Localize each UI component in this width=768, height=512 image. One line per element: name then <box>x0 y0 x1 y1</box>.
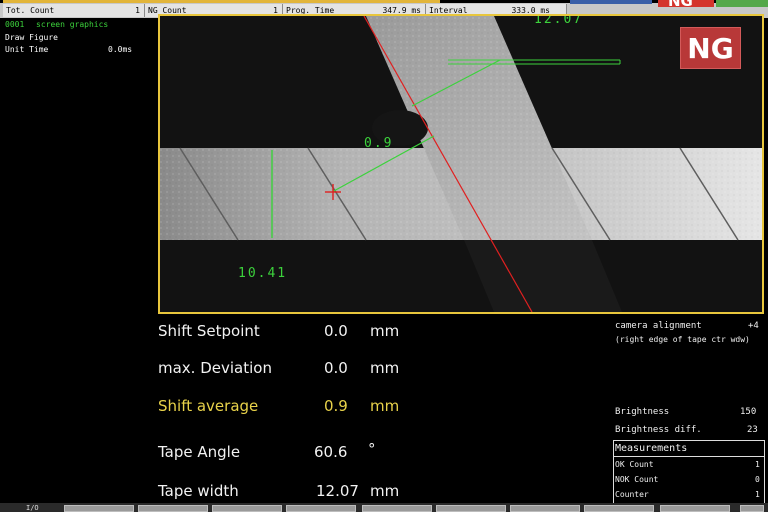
tape-width-value: 12.07 <box>316 482 359 500</box>
function-button-4[interactable] <box>286 505 356 512</box>
tot-count-value: 1 <box>135 6 140 15</box>
ng-status-text: NG <box>668 0 693 10</box>
shift-average-value: 0.9 <box>324 397 348 415</box>
function-button-5[interactable] <box>362 505 432 512</box>
brightness-diff-label: Brightness diff. <box>615 425 702 435</box>
io-button-label[interactable]: I/O <box>26 504 39 512</box>
measurements-divider <box>614 456 764 457</box>
nok-count-value: 0 <box>755 475 760 484</box>
shift-setpoint-unit: mm <box>370 322 400 340</box>
camera-alignment-value: +4 <box>748 321 759 331</box>
ok-count-value: 1 <box>755 460 760 469</box>
function-button-10[interactable] <box>740 505 764 512</box>
brightness-label: Brightness <box>615 407 670 417</box>
tape-width-label: Tape width <box>158 482 239 500</box>
draw-figure-label: Draw Figure <box>5 33 58 42</box>
tape-width-overlay-label: 12.07 <box>534 14 584 27</box>
counter-label: Counter <box>615 490 649 499</box>
function-button-3[interactable] <box>212 505 282 512</box>
ok-status-button[interactable] <box>716 0 768 7</box>
camera-view[interactable]: 12.07 0.9 10.41 <box>158 14 764 314</box>
ng-badge: NG <box>680 27 741 69</box>
brightness-diff-value: 23 <box>747 425 758 435</box>
max-deviation-value: 0.0 <box>324 359 348 377</box>
max-deviation-label: max. Deviation <box>158 359 272 377</box>
program-info-panel <box>0 18 157 318</box>
top-accent <box>3 0 440 3</box>
camera-alignment-note: (right edge of tape ctr wdw) <box>615 335 750 344</box>
tape-angle-value: 60.6 <box>314 443 348 461</box>
tot-count-label: Tot. Count <box>6 6 55 15</box>
shift-setpoint-value: 0.0 <box>324 322 348 340</box>
function-button-2[interactable] <box>138 505 208 512</box>
unit-time-value: 0.0ms <box>108 45 133 54</box>
camera-alignment-label: camera alignment <box>615 321 702 331</box>
measurements-title: Measurements <box>615 443 688 454</box>
brightness-value: 150 <box>740 407 757 417</box>
program-name: screen graphics <box>36 20 109 29</box>
tape-width-unit: mm <box>370 482 400 500</box>
counter-value: 1 <box>755 490 760 499</box>
function-button-1[interactable] <box>64 505 134 512</box>
function-button-7[interactable] <box>510 505 580 512</box>
shift-average-label: Shift average <box>158 397 259 415</box>
tape-angle-unit: ° <box>368 440 376 458</box>
function-button-6[interactable] <box>436 505 506 512</box>
ok-count-label: OK Count <box>615 460 654 469</box>
unit-time-label: Unit Time <box>5 45 49 54</box>
tot-count-cell: Tot. Count 1 <box>3 4 145 17</box>
function-button-9[interactable] <box>660 505 730 512</box>
shift-setpoint-label: Shift Setpoint <box>158 322 260 340</box>
shift-average-unit: mm <box>370 397 400 415</box>
width-overlay-label: 10.41 <box>238 266 288 281</box>
shift-overlay-label: 0.9 <box>364 136 394 151</box>
program-number: 0001 <box>5 20 25 29</box>
max-deviation-unit: mm <box>370 359 400 377</box>
tape-angle-label: Tape Angle <box>158 443 241 461</box>
nok-count-label: NOK Count <box>615 475 659 484</box>
function-button-8[interactable] <box>584 505 654 512</box>
mode-button[interactable] <box>570 0 652 4</box>
